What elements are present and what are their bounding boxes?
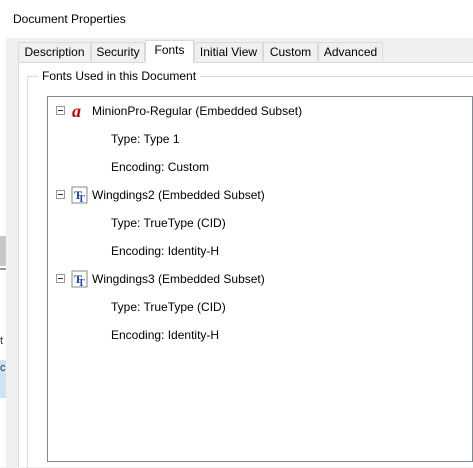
- svg-text:a: a: [72, 102, 81, 120]
- window-title: Document Properties: [13, 12, 126, 26]
- fonts-group-label: Fonts Used in this Document: [38, 69, 201, 83]
- font-type: Type: TrueType (CID): [111, 300, 226, 314]
- font-name: MinionPro-Regular (Embedded Subset): [92, 104, 303, 118]
- fonts-tree[interactable]: a MinionPro-Regular (Embedded Subset) Ty…: [47, 96, 473, 462]
- background-text-fragment: t: [0, 335, 4, 347]
- font-type: Type: Type 1: [111, 132, 180, 146]
- font-encoding: Encoding: Identity-H: [111, 328, 220, 342]
- title-bar[interactable]: Document Properties: [6, 0, 473, 38]
- tab-fonts[interactable]: Fonts: [145, 40, 194, 63]
- tree-node-font[interactable]: a MinionPro-Regular (Embedded Subset): [48, 101, 468, 121]
- collapse-toggle-icon[interactable]: [56, 274, 65, 283]
- font-encoding: Encoding: Identity-H: [111, 244, 220, 258]
- svg-text:T: T: [78, 194, 85, 204]
- collapse-toggle-icon[interactable]: [56, 190, 65, 199]
- font-name: Wingdings2 (Embedded Subset): [92, 188, 265, 202]
- svg-text:T: T: [78, 278, 85, 288]
- font-type: Type: TrueType (CID): [111, 216, 226, 230]
- background-text-fragment: c: [0, 362, 6, 374]
- collapse-toggle-icon[interactable]: [56, 106, 65, 115]
- tab-custom[interactable]: Custom: [263, 42, 318, 61]
- tab-advanced[interactable]: Advanced: [318, 42, 383, 61]
- truetype-font-icon: T T: [71, 186, 88, 204]
- tab-initial-view[interactable]: Initial View: [194, 42, 263, 61]
- font-encoding: Encoding: Custom: [111, 160, 210, 174]
- tab-security[interactable]: Security: [91, 42, 145, 61]
- truetype-font-icon: T T: [71, 270, 88, 288]
- tree-node-font[interactable]: T T Wingdings3 (Embedded Subset): [48, 269, 468, 289]
- tab-description[interactable]: Description: [18, 42, 91, 61]
- opentype-font-icon: a: [72, 102, 81, 120]
- document-properties-dialog: Document Properties Description Security…: [6, 0, 473, 468]
- tree-node-font[interactable]: T T Wingdings2 (Embedded Subset): [48, 185, 468, 205]
- font-name: Wingdings3 (Embedded Subset): [92, 272, 265, 286]
